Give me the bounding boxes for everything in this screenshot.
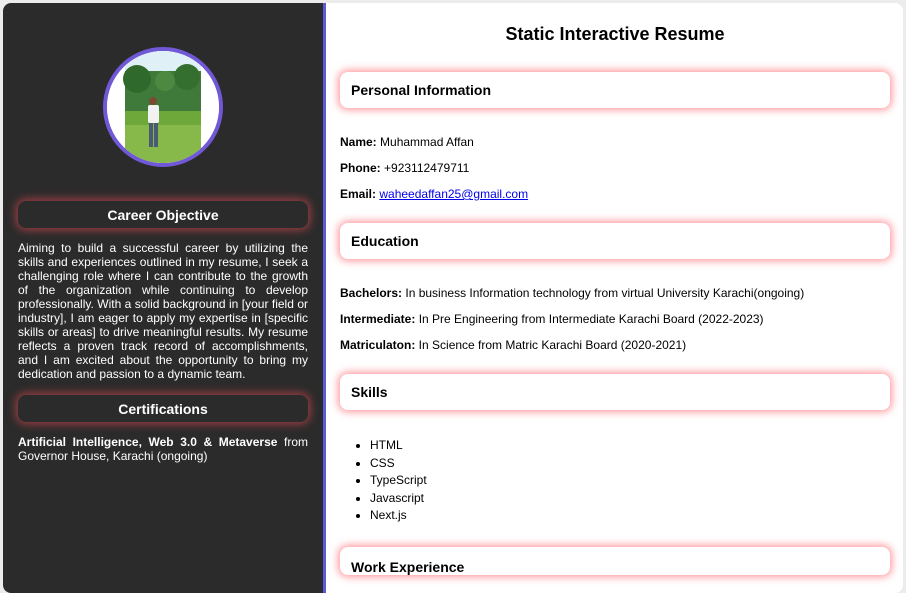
- name-label: Name:: [340, 135, 377, 149]
- career-objective-title: Career Objective: [107, 206, 219, 223]
- education-item-matric: Matriculaton: In Science from Matric Kar…: [340, 338, 890, 352]
- skills-title: Skills: [351, 384, 388, 400]
- skill-item: HTML: [370, 437, 890, 455]
- work-experience-title: Work Experience: [351, 558, 465, 575]
- education-value: In Pre Engineering from Intermediate Kar…: [415, 312, 764, 326]
- skill-item: Next.js: [370, 507, 890, 525]
- education-label: Intermediate:: [340, 312, 416, 326]
- education-item-bachelors: Bachelors: In business Information techn…: [340, 286, 890, 300]
- education-label: Matriculaton:: [340, 338, 416, 352]
- career-objective-text: Aiming to build a successful career by u…: [18, 241, 308, 381]
- skills-list: HTML CSS TypeScript Javascript Next.js: [340, 437, 890, 525]
- email-label: Email:: [340, 187, 377, 201]
- phone-label: Phone:: [340, 161, 381, 175]
- certifications-heading: Certifications: [18, 395, 308, 422]
- education-heading[interactable]: Education: [340, 223, 890, 259]
- email-link[interactable]: waheedaffan25@gmail.com: [379, 187, 528, 201]
- certification-item: Artificial Intelligence, Web 3.0 & Metav…: [18, 435, 308, 463]
- education-value: In business Information technology from …: [402, 286, 805, 300]
- personal-information-title: Personal Information: [351, 82, 492, 98]
- certification-name: Artificial Intelligence, Web 3.0 & Metav…: [18, 435, 278, 449]
- resume-page: Career Objective Aiming to build a succe…: [3, 3, 903, 593]
- certifications-title: Certifications: [118, 400, 208, 417]
- name-row: Name: Muhammad Affan: [340, 135, 890, 149]
- education-title: Education: [351, 233, 419, 249]
- career-objective-heading: Career Objective: [18, 201, 308, 228]
- email-row: Email: waheedaffan25@gmail.com: [340, 187, 890, 201]
- personal-information-heading[interactable]: Personal Information: [340, 72, 890, 108]
- education-value: In Science from Matric Karachi Board (20…: [415, 338, 687, 352]
- skill-item: Javascript: [370, 490, 890, 508]
- phone-value: +923112479711: [380, 161, 470, 175]
- name-value: Muhammad Affan: [376, 135, 474, 149]
- skill-item: TypeScript: [370, 472, 890, 490]
- phone-row: Phone: +923112479711: [340, 161, 890, 175]
- education-item-intermediate: Intermediate: In Pre Engineering from In…: [340, 312, 890, 326]
- profile-photo: [107, 51, 219, 163]
- skills-heading[interactable]: Skills: [340, 374, 890, 410]
- work-experience-heading[interactable]: Work Experience: [340, 546, 890, 575]
- sidebar: Career Objective Aiming to build a succe…: [3, 3, 326, 593]
- main-content: Static Interactive Resume Personal Infor…: [326, 3, 903, 593]
- page-title: Static Interactive Resume: [505, 24, 725, 44]
- avatar: [103, 47, 223, 167]
- skill-item: CSS: [370, 455, 890, 473]
- education-label: Bachelors:: [340, 286, 403, 300]
